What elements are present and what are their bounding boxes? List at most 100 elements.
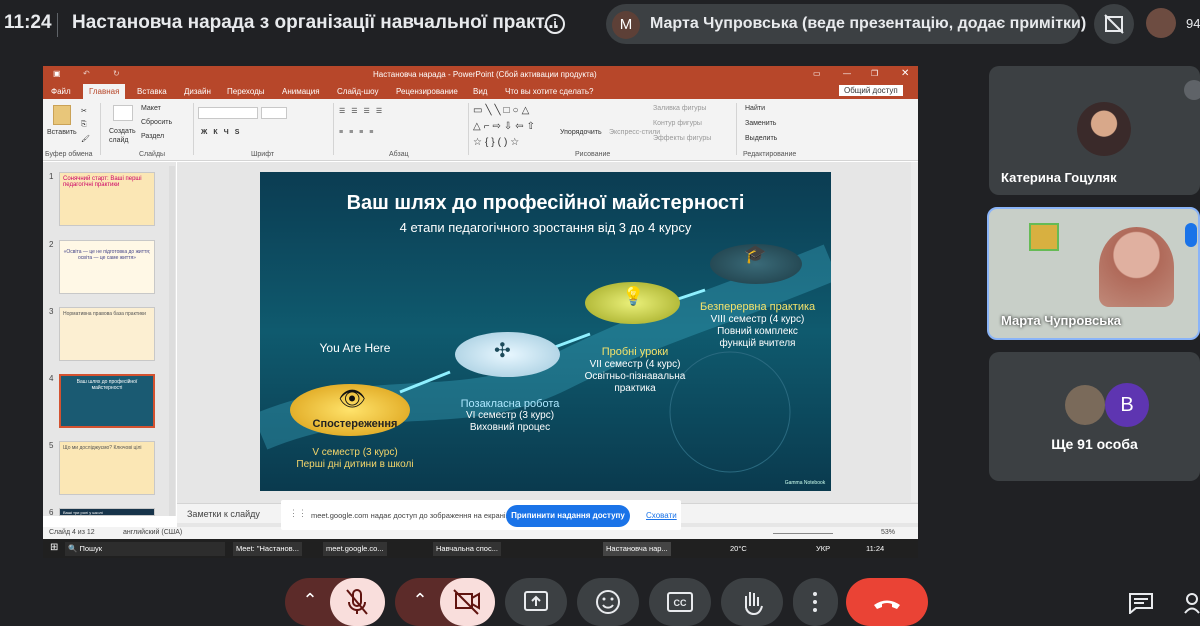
thumb-number: 3 — [49, 307, 54, 316]
stage4-line2: Повний комплекс — [717, 326, 798, 337]
close-icon[interactable]: ✕ — [901, 68, 909, 79]
shape-outline-button[interactable]: Контур фигуры — [653, 120, 702, 127]
shapes-gallery-row3[interactable]: ☆{}()☆ — [473, 137, 522, 148]
font-name-box[interactable] — [198, 107, 258, 119]
taskbar-item-folder[interactable]: Навчальна спос... — [433, 542, 501, 556]
arrange-button[interactable]: Упорядочить — [560, 129, 602, 136]
slide-thumb-6[interactable]: Ваші три ролі у школі — [59, 508, 155, 516]
taskbar-clock[interactable]: 11:24 — [863, 542, 887, 556]
shape-fill-button[interactable]: Заливка фигуры — [653, 105, 706, 112]
more-participants-tile[interactable]: В Ще 91 особа — [989, 352, 1200, 481]
tab-file[interactable]: Файл — [51, 87, 71, 96]
chevron-up-icon[interactable]: ⌃ — [297, 590, 323, 616]
paste-button[interactable]: Вставить — [47, 129, 77, 136]
graduation-cap-icon: 🎓 — [744, 244, 767, 264]
info-icon[interactable]: i — [545, 14, 565, 34]
participant-tile-kateryna[interactable]: Катерина Гоцуляк — [989, 66, 1200, 195]
tell-me-search[interactable]: Что вы хотите сделать? — [505, 87, 593, 96]
participant-count: 94 — [1186, 16, 1200, 31]
ppt-menu-tabs: Файл Главная Вставка Дизайн Переходы Ани… — [43, 83, 918, 99]
participants-avatar[interactable] — [1146, 8, 1176, 38]
font-size-box[interactable] — [261, 107, 287, 119]
raise-hand-button[interactable] — [721, 578, 783, 626]
presenter-label: Марта Чупровська (веде презентацію, дода… — [650, 15, 1087, 32]
tab-design[interactable]: Дизайн — [184, 87, 211, 96]
reset-button[interactable]: Сбросить — [141, 119, 172, 126]
format-painter-icon[interactable]: 🖌 — [81, 135, 90, 143]
copy-icon[interactable]: ⎘ — [81, 121, 87, 129]
find-button[interactable]: Найти — [745, 105, 765, 112]
list-icons[interactable]: ☰☰☰☰ — [339, 107, 388, 115]
group-slides-label: Слайды — [139, 151, 166, 158]
save-icon[interactable]: ▣ — [53, 69, 61, 78]
leave-call-button[interactable] — [846, 578, 928, 626]
share-button[interactable]: Общий доступ — [839, 85, 903, 96]
ribbon: Вставить ✂ ⎘ 🖌 Создать слайд Макет Сброс… — [43, 99, 918, 161]
shape-effects-button[interactable]: Эффекты фигуры — [653, 135, 711, 142]
replace-button[interactable]: Заменить — [745, 120, 776, 127]
slide-scrollbar[interactable] — [911, 162, 918, 502]
taskbar-weather[interactable]: 20°C — [727, 542, 750, 556]
shapes-gallery[interactable]: ▭╲╲□○△ — [473, 105, 532, 116]
taskbar-search[interactable]: 🔍 Пошук — [65, 542, 225, 556]
chat-button[interactable] — [1128, 592, 1154, 616]
minimize-icon[interactable]: — — [843, 69, 851, 78]
participant-tile-marta[interactable]: Марта Чупровська — [987, 207, 1200, 340]
language-status[interactable]: английский (США) — [123, 529, 182, 536]
you-are-here-label: You Are Here — [319, 341, 391, 355]
section-button[interactable]: Раздел — [141, 133, 164, 140]
tab-animation[interactable]: Анимация — [282, 87, 320, 96]
slide-thumb-1[interactable]: Сонячний старт: Ваші перші педагогічні п… — [59, 172, 155, 226]
taskbar-item-meet-site[interactable]: meet.google.co... — [323, 542, 387, 556]
zoom-level[interactable]: 53% — [881, 529, 895, 536]
participant-name: Марта Чупровська — [1001, 313, 1121, 328]
zoom-slider[interactable] — [773, 533, 833, 534]
new-slide-icon[interactable] — [113, 105, 133, 121]
mic-toggle-button[interactable] — [330, 578, 385, 626]
more-options-button[interactable] — [793, 578, 838, 626]
tab-view[interactable]: Вид — [473, 87, 487, 96]
emoji-icon — [596, 590, 620, 614]
taskbar-item-powerpoint[interactable]: Настановча нар... — [603, 542, 671, 556]
restore-icon[interactable]: ❐ — [871, 69, 878, 78]
tab-transitions[interactable]: Переходы — [227, 87, 265, 96]
redo-icon[interactable]: ↻ — [113, 69, 120, 78]
shapes-gallery-row2[interactable]: △⌐⇨⇩⇦⇧ — [473, 121, 538, 132]
camera-off-icon — [453, 589, 480, 615]
hide-banner-link[interactable]: Сховати — [646, 511, 677, 520]
clock-time: 11:24 — [4, 12, 52, 33]
tab-slideshow[interactable]: Слайд-шоу — [337, 87, 378, 96]
align-icons[interactable]: ≡≡≡≡ — [339, 129, 379, 136]
slide-thumb-3[interactable]: Нормативна правова база практики — [59, 307, 155, 361]
present-screen-button[interactable] — [505, 578, 567, 626]
chevron-up-icon[interactable]: ⌃ — [407, 590, 433, 616]
select-button[interactable]: Выделить — [745, 135, 777, 142]
font-format-icons[interactable]: ЖКЧS — [201, 129, 245, 136]
slide-thumb-5[interactable]: Що ми досліджуємо? Ключові цілі — [59, 441, 155, 495]
reactions-button[interactable] — [577, 578, 639, 626]
ribbon-options-icon[interactable]: ▭ — [813, 69, 821, 78]
captions-button[interactable]: CC — [649, 578, 711, 626]
ppt-title-bar: ▣ ↶ ↻ Настановча нарада - PowerPoint (Сб… — [43, 66, 918, 83]
slide-thumb-2[interactable]: «Освіта — це не підготовка до життя; осв… — [59, 240, 155, 294]
drag-handle-icon[interactable]: ⋮⋮ — [289, 508, 307, 519]
layout-button[interactable]: Макет — [141, 105, 161, 112]
hide-image-button[interactable] — [1094, 4, 1134, 44]
stage2-line1: VI семестр (3 курс) — [465, 410, 555, 421]
tab-insert[interactable]: Вставка — [137, 87, 167, 96]
windows-start-icon[interactable]: ⊞ — [47, 540, 61, 554]
taskbar-lang[interactable]: УКР — [813, 542, 833, 556]
mic-off-icon — [346, 589, 368, 615]
stop-sharing-button[interactable]: Припинити надання доступу — [506, 505, 630, 527]
tab-review[interactable]: Рецензирование — [396, 87, 458, 96]
taskbar-item-meet[interactable]: Meet: "Настанов... — [233, 542, 302, 556]
group-clipboard-label: Буфер обмена — [45, 151, 93, 158]
new-slide-button[interactable]: Создать слайд — [109, 127, 139, 145]
slide-thumb-4[interactable]: Ваш шлях до професійної майстерності — [59, 374, 155, 428]
cut-icon[interactable]: ✂ — [81, 107, 87, 115]
people-button[interactable] — [1184, 592, 1200, 614]
undo-icon[interactable]: ↶ — [83, 69, 90, 78]
paste-icon[interactable] — [53, 105, 71, 125]
tab-home[interactable]: Главная — [83, 84, 126, 99]
camera-toggle-button[interactable] — [440, 578, 495, 626]
